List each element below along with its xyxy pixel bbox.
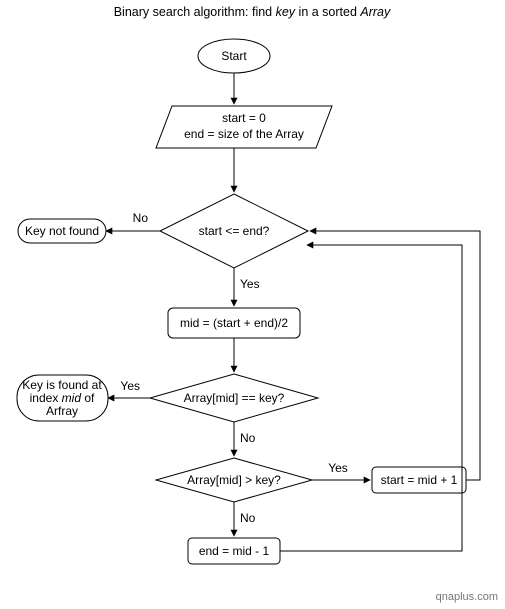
edge-d2-yes-label: Yes (120, 379, 140, 393)
watermark: qnaplus.com (436, 591, 498, 603)
process-mid-label: mid = (start + end)/2 (180, 316, 288, 330)
edge-d3-no-label: No (240, 511, 256, 525)
edge-d2-no-label: No (240, 431, 256, 445)
start-label: Start (221, 49, 247, 63)
edge-d1-no-label: No (133, 211, 149, 225)
decision-eq-label: Array[mid] == key? (184, 391, 285, 405)
init-line1: start = 0 (222, 111, 266, 125)
term-found-l3: Arfray (46, 404, 78, 418)
init-line2: end = size of the Array (184, 127, 304, 141)
edge-startup-loopback (310, 231, 480, 480)
edge-d1-yes-label: Yes (240, 277, 260, 291)
process-start-up-label: start = mid + 1 (381, 473, 458, 487)
term-found-l1: Key is found at (22, 378, 102, 392)
diagram-title: Binary search algorithm: find key in a s… (114, 5, 391, 19)
edge-d3-yes-label: Yes (328, 461, 348, 475)
process-end-down-label: end = mid - 1 (199, 544, 270, 558)
term-notfound-label: Key not found (25, 224, 99, 238)
decision-gt-label: Array[mid] > key? (187, 473, 281, 487)
term-found-l2: index mid of (30, 391, 95, 405)
decision-loop-label: start <= end? (199, 224, 270, 238)
flowchart-canvas: Binary search algorithm: find key in a s… (0, 0, 505, 609)
